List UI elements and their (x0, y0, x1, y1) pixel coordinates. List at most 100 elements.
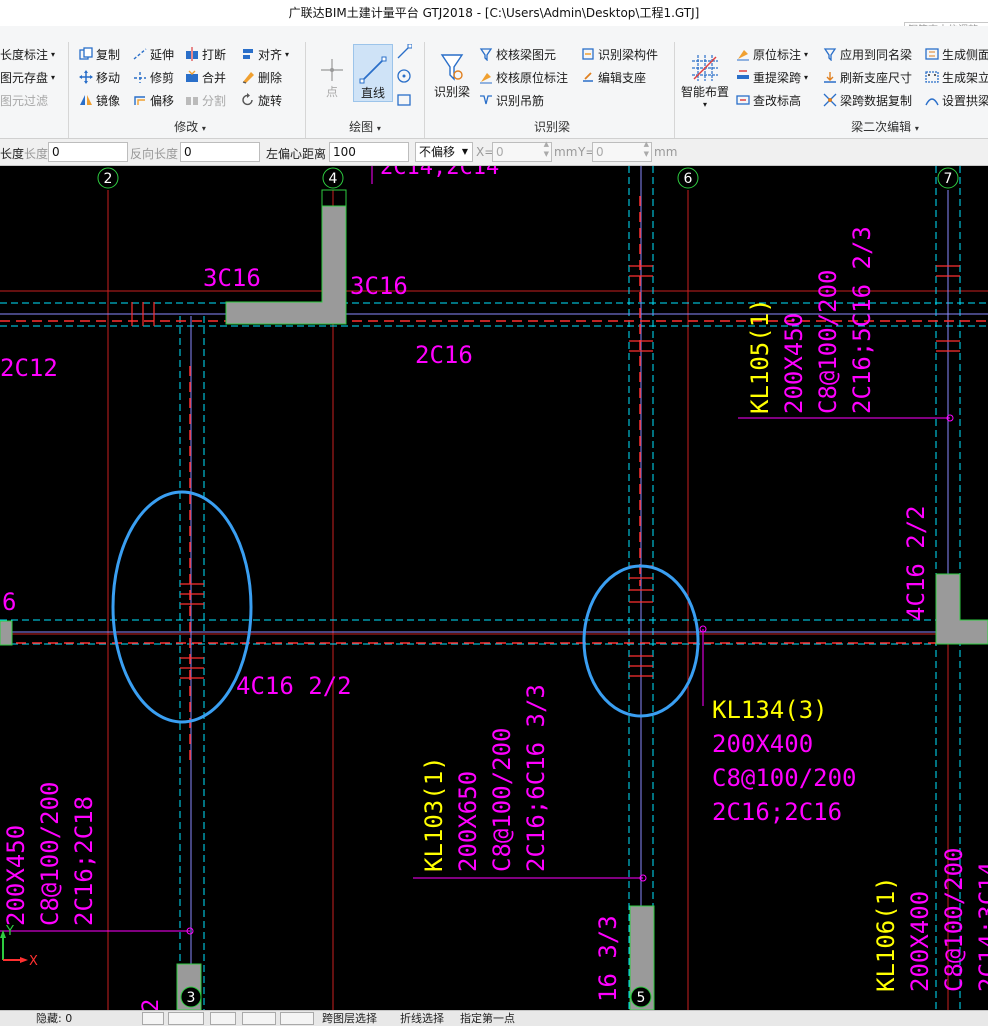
rotate-button[interactable]: 旋转 (240, 90, 282, 110)
hanger-bar-button[interactable]: 识别吊筋 (478, 90, 544, 110)
smart-layout-button[interactable]: 智能布置 ▾ (678, 44, 732, 110)
text-2c16[interactable]: 2C16 (415, 341, 473, 369)
generate-erect-button[interactable]: 生成架立 (924, 67, 988, 87)
text-4c16-horizontal[interactable]: 4C16 2/2 (236, 672, 352, 700)
kl134-name[interactable]: KL134(3) (712, 696, 828, 724)
split-icon (184, 92, 200, 108)
apply-same-name-button[interactable]: 应用到同名梁 (822, 44, 912, 64)
identify-beam-button[interactable]: 识别梁 (430, 44, 474, 100)
re-extract-span-button[interactable]: 重提梁跨 ▾ (735, 67, 808, 87)
kl103-rebar[interactable]: 2C16;6C16 3/3 (522, 684, 550, 872)
rect-draw-button[interactable] (396, 90, 414, 110)
dynamic-input-toggle[interactable] (280, 1012, 314, 1025)
check-beam-button[interactable]: 校核梁图元 (478, 44, 556, 64)
axis-bubble-3[interactable]: 3 (180, 986, 202, 1008)
dimension-label: 长度标注 (0, 47, 49, 62)
y-field[interactable]: 0 ▲ ▼ (592, 140, 652, 162)
text-6[interactable]: 6 (2, 588, 16, 616)
generate-erect-label: 生成架立 (942, 70, 988, 85)
edit-support-button[interactable]: 编辑支座 (580, 67, 646, 87)
kl106-size[interactable]: 200X400 (906, 891, 934, 992)
reverse-length-field[interactable]: 0 (180, 142, 260, 162)
x-value: 0 (496, 145, 504, 159)
left-beam-rebar[interactable]: 2C16;2C18 (70, 796, 98, 926)
line-draw-button[interactable]: 直线 (353, 44, 393, 102)
align-button[interactable]: 对齐 ▾ (240, 44, 289, 64)
length-field[interactable]: 0 (48, 142, 128, 162)
copy-button[interactable]: 复制 (78, 44, 120, 64)
kl134-stirrup[interactable]: C8@100/200 (712, 764, 857, 792)
kl103-name[interactable]: KL103(1) (420, 756, 448, 872)
snap-toggle[interactable] (168, 1012, 204, 1025)
polyline-select[interactable]: 折线选择 (400, 1011, 444, 1026)
offset-button[interactable]: 偏移 (132, 90, 174, 110)
kl105-size[interactable]: 200X450 (780, 313, 808, 414)
left-offset-field[interactable]: 100 (329, 142, 409, 162)
generate-side-button[interactable]: 生成侧面 (924, 44, 988, 64)
axis-bubble-5[interactable]: 5 (630, 986, 652, 1008)
ortho-toggle[interactable] (142, 1012, 164, 1025)
offset-mode-select[interactable]: 不偏移 ▼ (415, 142, 473, 162)
check-annotation-button[interactable]: 校核原位标注 (478, 67, 568, 87)
kl106-name[interactable]: KL106(1) (872, 876, 900, 992)
y-value: 0 (596, 145, 604, 159)
save-element-button[interactable]: 图元存盘 ▾ (0, 67, 55, 87)
axis-bubble-2[interactable]: 2 (97, 167, 119, 189)
move-label: 移动 (96, 70, 121, 85)
chevron-down-icon: ▾ (702, 100, 707, 109)
x-field[interactable]: 0 ▲ ▼ (492, 140, 552, 162)
line-draw-label: 直线 (360, 86, 385, 100)
span-copy-button[interactable]: 梁跨数据复制 (822, 90, 912, 110)
kl105-name[interactable]: KL105(1) (746, 298, 774, 414)
break-button[interactable]: 打断 (184, 44, 226, 64)
span-copy-icon (822, 92, 838, 108)
left-beam-stirrup[interactable]: C8@100/200 (36, 782, 64, 927)
in-situ-annotation-button[interactable]: 原位标注 ▾ (735, 44, 808, 64)
object-snap-toggle[interactable] (210, 1012, 236, 1025)
arch-beam-button[interactable]: 设置拱梁 (924, 90, 988, 110)
text-4c16-vertical[interactable]: 4C16 2/2 (902, 505, 930, 621)
trim-button[interactable]: 修剪 (132, 67, 174, 87)
elevation-button[interactable]: 查改标高 (735, 90, 801, 110)
rotate-label: 旋转 (258, 93, 283, 108)
beam-edit-group-label[interactable]: 梁二次编辑 ▾ (835, 118, 935, 135)
mirror-button[interactable]: 镜像 (78, 90, 120, 110)
extend-button[interactable]: 延伸 (132, 44, 174, 64)
identify-beam-group-label: 识别梁 (512, 118, 592, 135)
left-beam-size[interactable]: 200X450 (2, 825, 30, 926)
text-top-rebar[interactable]: 2C14;2C14 (380, 166, 499, 180)
move-button[interactable]: 移动 (78, 67, 120, 87)
split-button[interactable]: 分割 (184, 90, 226, 110)
filter-element-button[interactable]: 图元过滤 (0, 90, 48, 110)
merge-button[interactable]: 合并 (184, 67, 226, 87)
axis-bubble-4[interactable]: 4 (322, 167, 344, 189)
text-3c16-left[interactable]: 3C16 (203, 264, 261, 292)
apply-same-name-label: 应用到同名梁 (840, 47, 913, 62)
cross-layer-select[interactable]: 跨图层选择 (322, 1011, 377, 1026)
text-16-3-3[interactable]: 16 3/3 (594, 915, 622, 1002)
point-draw-button[interactable]: 点 (314, 44, 350, 100)
kl134-rebar[interactable]: 2C16;2C16 (712, 798, 842, 826)
text-2c12[interactable]: 2C12 (0, 354, 58, 382)
text-3c16-right[interactable]: 3C16 (350, 272, 408, 300)
angle-toggle[interactable] (242, 1012, 276, 1025)
identify-component-button[interactable]: 识别梁构件 (580, 44, 658, 64)
delete-button[interactable]: 删除 (240, 67, 282, 87)
kl105-stirrup[interactable]: C8@100/200 (814, 270, 842, 415)
arc-draw-button[interactable] (396, 42, 414, 62)
modify-group-label[interactable]: 修改 ▾ (150, 118, 230, 135)
axis-bubble-7[interactable]: 7 (937, 167, 959, 189)
text-2-bottom[interactable]: 2 (139, 999, 164, 1010)
draw-group-label[interactable]: 绘图 ▾ (330, 118, 400, 135)
circle-draw-button[interactable] (396, 66, 414, 86)
drawing-canvas[interactable]: 2 4 6 7 3 5 2C14;2C14 3C16 3C16 2C16 2C1… (0, 166, 988, 1010)
kl103-stirrup[interactable]: C8@100/200 (488, 728, 516, 873)
kl105-rebar[interactable]: 2C16;5C16 2/3 (848, 226, 876, 414)
kl106-stirrup[interactable]: C8@100/200 (940, 848, 968, 993)
kl106-rebar[interactable]: 2C14;3C14 (974, 862, 988, 992)
dimension-button[interactable]: 长度标注 ▾ (0, 44, 55, 64)
refresh-support-button[interactable]: 刷新支座尺寸 (822, 67, 912, 87)
axis-bubble-6[interactable]: 6 (677, 167, 699, 189)
kl134-size[interactable]: 200X400 (712, 730, 813, 758)
kl103-size[interactable]: 200X650 (454, 771, 482, 872)
